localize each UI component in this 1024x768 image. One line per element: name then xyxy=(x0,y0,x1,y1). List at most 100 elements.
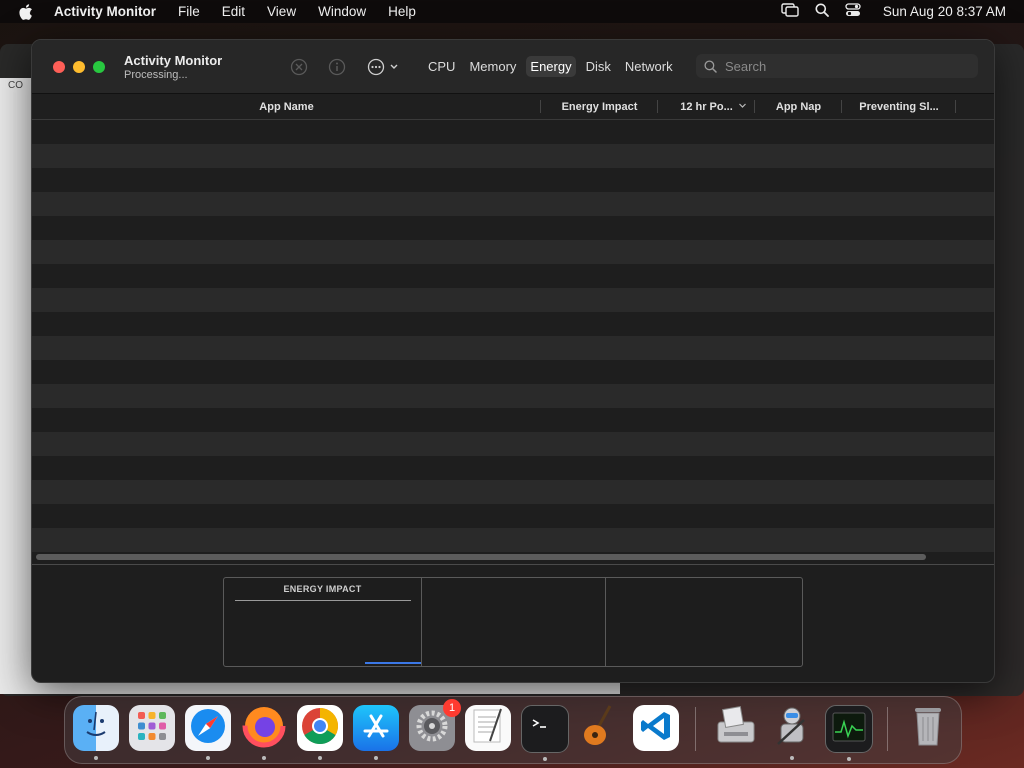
running-indicator xyxy=(318,756,322,760)
dock-finder[interactable] xyxy=(73,705,119,760)
energy-panel-right xyxy=(606,578,801,666)
automator-robot-icon xyxy=(770,704,814,753)
menu-help[interactable]: Help xyxy=(388,4,416,19)
column-energy-impact[interactable]: Energy Impact xyxy=(541,94,658,119)
trash-icon xyxy=(910,704,946,753)
terminal-prompt-icon xyxy=(527,712,563,747)
table-row xyxy=(32,264,994,288)
table-row xyxy=(32,384,994,408)
launchpad-icon xyxy=(134,708,170,749)
column-preventing-sleep-label: Preventing Sl... xyxy=(859,100,939,113)
search-field[interactable] xyxy=(696,54,978,78)
table-row xyxy=(32,456,994,480)
control-center-icon[interactable] xyxy=(845,3,861,20)
sort-chevron-icon xyxy=(738,101,747,113)
dock-separator xyxy=(887,707,888,751)
energy-panel-middle xyxy=(422,578,606,666)
menu-file[interactable]: File xyxy=(178,4,200,19)
process-list[interactable] xyxy=(32,120,994,552)
spotlight-search-icon[interactable] xyxy=(815,3,829,20)
table-row xyxy=(32,504,994,528)
table-row xyxy=(32,144,994,168)
dock-separator xyxy=(695,707,696,751)
energy-graph-bar xyxy=(365,662,421,664)
column-app-nap-label: App Nap xyxy=(775,100,822,113)
table-row xyxy=(32,528,994,552)
stop-process-icon[interactable] xyxy=(289,57,309,77)
table-row xyxy=(32,120,994,144)
table-row xyxy=(32,168,994,192)
close-button[interactable] xyxy=(53,61,65,73)
activity-monitor-icon xyxy=(830,710,868,749)
dock-trash[interactable] xyxy=(905,705,951,751)
table-header: App Name Energy Impact 12 hr Po... App N… xyxy=(32,94,994,120)
safari-compass-icon xyxy=(188,706,228,751)
zoom-button[interactable] xyxy=(93,61,105,73)
energy-impact-graph: ENERGY IMPACT xyxy=(224,578,422,666)
menu-bar: Activity Monitor File Edit View Window H… xyxy=(0,0,1024,23)
dock-textedit[interactable] xyxy=(465,705,511,751)
dock-system-settings[interactable]: 1 xyxy=(409,699,461,751)
running-indicator xyxy=(94,756,98,760)
panel-divider[interactable] xyxy=(32,564,994,565)
textedit-icon xyxy=(470,707,506,750)
tab-disk[interactable]: Disk xyxy=(582,56,615,77)
vscode-icon xyxy=(638,708,674,749)
view-tabs: CPU Memory Energy Disk Network xyxy=(424,54,683,78)
tab-memory[interactable]: Memory xyxy=(465,56,520,77)
column-12hr-power[interactable]: 12 hr Po... xyxy=(658,94,755,119)
app-store-icon xyxy=(359,709,393,748)
column-12hr-power-label: 12 hr Po... xyxy=(680,100,733,113)
dock-automator[interactable] xyxy=(769,704,815,760)
dock-app-store[interactable] xyxy=(353,705,399,760)
dock-launchpad[interactable] xyxy=(129,705,175,751)
info-icon[interactable] xyxy=(327,57,347,77)
toolbar: Activity Monitor Processing... CPU Memor… xyxy=(32,40,994,94)
column-preventing-sleep[interactable]: Preventing Sl... xyxy=(842,94,956,119)
dock: 1 xyxy=(64,696,962,764)
dock-firefox[interactable] xyxy=(241,704,287,760)
table-row xyxy=(32,360,994,384)
column-app-name-label: App Name xyxy=(259,100,314,113)
more-options-icon[interactable] xyxy=(366,57,404,77)
dock-vscode[interactable] xyxy=(633,705,679,751)
table-row xyxy=(32,288,994,312)
minimize-button[interactable] xyxy=(73,61,85,73)
menu-clock[interactable]: Sun Aug 20 8:37 AM xyxy=(883,4,1006,19)
apple-menu-icon[interactable] xyxy=(18,3,34,20)
dock-boot-camp-assistant[interactable] xyxy=(713,705,759,751)
dock-chrome[interactable] xyxy=(297,705,343,760)
running-indicator xyxy=(847,757,851,761)
activity-monitor-window: Activity Monitor Processing... CPU Memor… xyxy=(31,39,995,683)
table-row xyxy=(32,312,994,336)
table-row xyxy=(32,480,994,504)
tab-network[interactable]: Network xyxy=(621,56,677,77)
energy-impact-label: ENERGY IMPACT xyxy=(283,584,362,594)
tab-cpu[interactable]: CPU xyxy=(424,56,459,77)
boot-camp-disk-icon xyxy=(714,704,758,753)
running-indicator xyxy=(790,756,794,760)
tab-energy[interactable]: Energy xyxy=(526,55,576,77)
running-indicator xyxy=(374,756,378,760)
dock-activity-monitor[interactable] xyxy=(825,705,873,761)
dock-garageband[interactable] xyxy=(577,704,623,753)
column-app-nap[interactable]: App Nap xyxy=(755,94,842,119)
energy-summary-panel: ENERGY IMPACT xyxy=(223,577,803,667)
table-row xyxy=(32,192,994,216)
dock-terminal[interactable] xyxy=(521,705,569,761)
menu-window[interactable]: Window xyxy=(318,4,366,19)
menu-app-name[interactable]: Activity Monitor xyxy=(54,4,156,19)
menu-edit[interactable]: Edit xyxy=(222,4,245,19)
screen-mirroring-icon[interactable] xyxy=(781,3,799,20)
horizontal-scrollbar[interactable] xyxy=(36,554,926,560)
chrome-icon xyxy=(300,706,340,751)
energy-graph-axis xyxy=(235,600,411,601)
guitar-icon xyxy=(580,704,620,753)
search-input[interactable] xyxy=(723,57,957,75)
table-row xyxy=(32,240,994,264)
column-app-name[interactable]: App Name xyxy=(32,94,541,119)
search-icon xyxy=(704,59,717,73)
finder-icon xyxy=(76,706,116,751)
dock-safari[interactable] xyxy=(185,705,231,760)
menu-view[interactable]: View xyxy=(267,4,296,19)
